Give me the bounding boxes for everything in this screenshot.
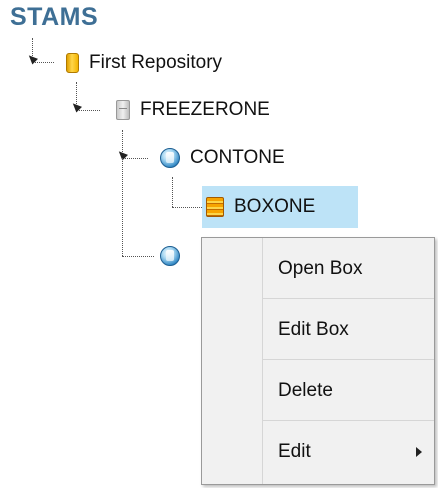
menu-item-open-box[interactable]: Open Box xyxy=(202,238,434,299)
tree-node-label: First Repository xyxy=(89,52,223,73)
repository-icon xyxy=(66,53,79,73)
tree-node-box[interactable]: BOXONE xyxy=(202,186,358,228)
tree-connector xyxy=(32,62,54,63)
container-icon xyxy=(160,148,180,168)
menu-item-label: Delete xyxy=(278,379,333,401)
tree-connector xyxy=(122,158,148,159)
tree-node-label: FREEZERONE xyxy=(140,99,270,120)
tree-connector xyxy=(122,256,154,257)
app-title: STAMS xyxy=(10,3,99,31)
tree-connector xyxy=(76,110,100,111)
box-icon xyxy=(206,197,224,217)
tree-node-container[interactable] xyxy=(156,237,186,275)
tree-node-repository[interactable]: First Repository xyxy=(62,44,228,82)
tree-connector xyxy=(122,158,123,256)
menu-item-label: Edit Box xyxy=(278,318,349,340)
menu-item-edit[interactable]: Edit xyxy=(202,421,434,482)
tree-node-freezer[interactable]: FREEZERONE xyxy=(112,91,276,129)
tree-connector xyxy=(172,177,173,207)
menu-item-edit-box[interactable]: Edit Box xyxy=(202,299,434,360)
freezer-icon xyxy=(116,100,130,120)
tree-node-container[interactable]: CONTONE xyxy=(156,139,291,177)
tree-view-panel: STAMS First Repository FREEZERONE CONTON… xyxy=(0,0,438,488)
tree-node-label: CONTONE xyxy=(190,147,285,168)
menu-item-label: Open Box xyxy=(278,257,363,279)
context-menu: Open Box Edit Box Delete Edit xyxy=(201,237,435,485)
menu-item-delete[interactable]: Delete xyxy=(202,360,434,421)
menu-item-label: Edit xyxy=(278,440,311,462)
tree-node-label: BOXONE xyxy=(234,196,316,217)
tree-connector xyxy=(172,207,202,208)
submenu-arrow-icon xyxy=(416,446,422,457)
container-icon xyxy=(160,246,180,266)
